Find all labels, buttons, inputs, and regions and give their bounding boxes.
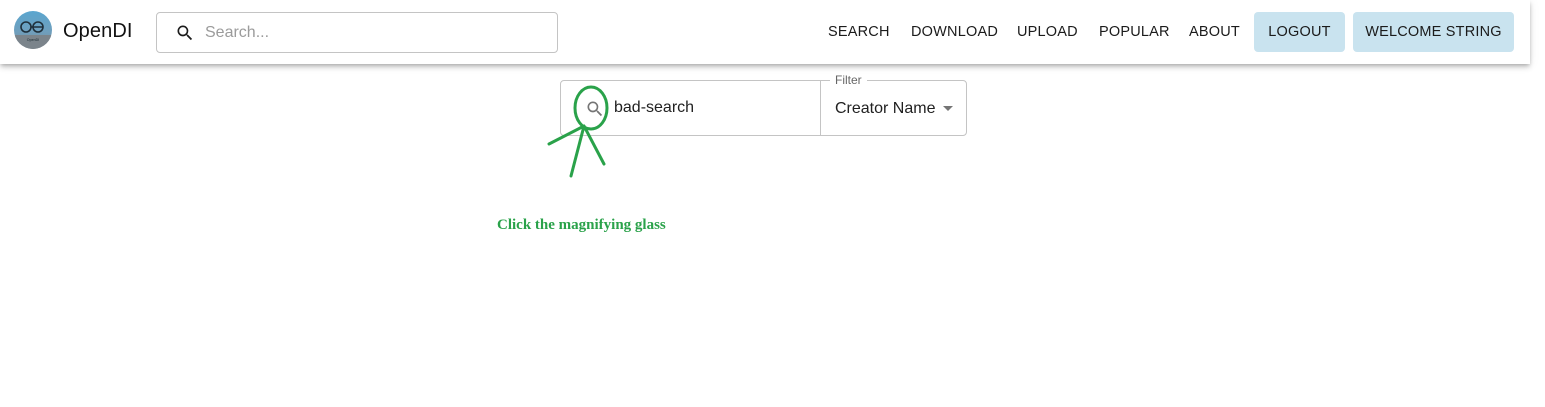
filter-label: Filter: [830, 73, 867, 87]
header-search[interactable]: [156, 12, 558, 53]
nav-download[interactable]: DOWNLOAD: [911, 24, 998, 40]
nav-search[interactable]: SEARCH: [828, 24, 890, 40]
nav-upload[interactable]: UPLOAD: [1017, 24, 1078, 40]
nav-about[interactable]: ABOUT: [1189, 24, 1240, 40]
search-icon[interactable]: [585, 99, 605, 119]
logo-icon[interactable]: OpenDI: [14, 11, 52, 49]
main-search-input[interactable]: [614, 81, 814, 135]
filter-select[interactable]: Filter Creator Name: [820, 73, 967, 136]
nav-popular[interactable]: POPULAR: [1099, 24, 1170, 40]
logout-button[interactable]: LOGOUT: [1254, 12, 1345, 52]
caret-down-icon: [943, 106, 953, 111]
search-icon: [175, 23, 195, 43]
welcome-button[interactable]: WELCOME STRING: [1353, 12, 1514, 52]
logo-text: OpenDI: [27, 38, 39, 42]
brand-name: OpenDI: [63, 20, 133, 42]
app-bar: OpenDI OpenDI SEARCH DOWNLOAD UPLOAD POP…: [0, 0, 1530, 64]
annotation-text: Click the magnifying glass: [497, 217, 666, 233]
filter-value: Creator Name: [835, 100, 936, 117]
main-search-field[interactable]: [560, 80, 821, 136]
header-search-input[interactable]: [205, 13, 545, 52]
